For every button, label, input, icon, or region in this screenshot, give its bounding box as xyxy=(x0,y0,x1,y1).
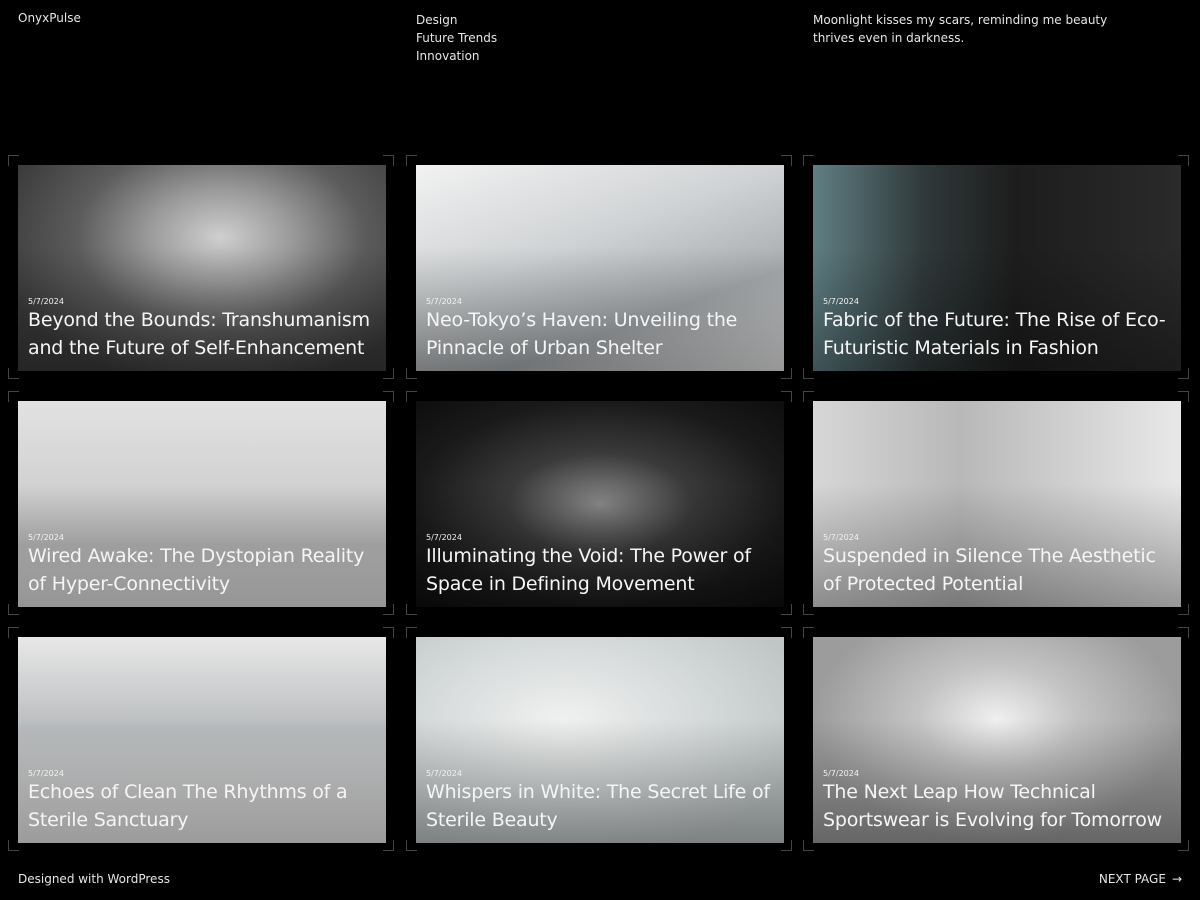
post-grid: 5/7/2024 Beyond the Bounds: Transhumanis… xyxy=(8,155,1192,855)
post-cell: 5/7/2024 Echoes of Clean The Rhythms of … xyxy=(8,627,394,851)
post-cell: 5/7/2024 Wired Awake: The Dystopian Real… xyxy=(8,391,394,615)
post-date: 5/7/2024 xyxy=(823,769,859,778)
post-card[interactable]: 5/7/2024 Beyond the Bounds: Transhumanis… xyxy=(18,165,386,371)
post-date: 5/7/2024 xyxy=(426,297,462,306)
post-title[interactable]: The Next Leap How Technical Sportswear i… xyxy=(823,778,1177,834)
post-title[interactable]: Wired Awake: The Dystopian Reality of Hy… xyxy=(28,542,382,598)
post-date: 5/7/2024 xyxy=(823,297,859,306)
post-title[interactable]: Neo-Tokyo’s Haven: Unveiling the Pinnacl… xyxy=(426,306,780,362)
post-date: 5/7/2024 xyxy=(426,769,462,778)
post-cell: 5/7/2024 Whispers in White: The Secret L… xyxy=(406,627,792,851)
next-page-link[interactable]: NEXT PAGE → xyxy=(1099,872,1182,886)
post-date: 5/7/2024 xyxy=(28,769,64,778)
post-cell: 5/7/2024 The Next Leap How Technical Spo… xyxy=(803,627,1189,851)
post-cell: 5/7/2024 Illuminating the Void: The Powe… xyxy=(406,391,792,615)
post-title[interactable]: Whispers in White: The Secret Life of St… xyxy=(426,778,780,834)
post-card[interactable]: 5/7/2024 Wired Awake: The Dystopian Real… xyxy=(18,401,386,607)
post-cell: 5/7/2024 Fabric of the Future: The Rise … xyxy=(803,155,1189,379)
post-cell: 5/7/2024 Beyond the Bounds: Transhumanis… xyxy=(8,155,394,379)
post-date: 5/7/2024 xyxy=(426,533,462,542)
post-title[interactable]: Echoes of Clean The Rhythms of a Sterile… xyxy=(28,778,382,834)
post-date: 5/7/2024 xyxy=(28,297,64,306)
post-card[interactable]: 5/7/2024 Suspended in Silence The Aesthe… xyxy=(813,401,1181,607)
nav-item-design[interactable]: Design xyxy=(416,11,497,29)
post-title[interactable]: Fabric of the Future: The Rise of Eco-Fu… xyxy=(823,306,1177,362)
post-title[interactable]: Suspended in Silence The Aesthetic of Pr… xyxy=(823,542,1177,598)
post-card[interactable]: 5/7/2024 Whispers in White: The Secret L… xyxy=(416,637,784,843)
post-date: 5/7/2024 xyxy=(823,533,859,542)
post-card[interactable]: 5/7/2024 Illuminating the Void: The Powe… xyxy=(416,401,784,607)
post-cell: 5/7/2024 Suspended in Silence The Aesthe… xyxy=(803,391,1189,615)
post-cell: 5/7/2024 Neo-Tokyo’s Haven: Unveiling th… xyxy=(406,155,792,379)
nav-item-innovation[interactable]: Innovation xyxy=(416,47,497,65)
footer-credit[interactable]: Designed with WordPress xyxy=(18,872,170,886)
nav-item-future-trends[interactable]: Future Trends xyxy=(416,29,497,47)
post-card[interactable]: 5/7/2024 The Next Leap How Technical Spo… xyxy=(813,637,1181,843)
post-card[interactable]: 5/7/2024 Echoes of Clean The Rhythms of … xyxy=(18,637,386,843)
arrow-right-icon: → xyxy=(1171,872,1182,886)
site-tagline: Moonlight kisses my scars, reminding me … xyxy=(813,13,1108,45)
site-title[interactable]: OnyxPulse xyxy=(18,11,81,25)
post-card[interactable]: 5/7/2024 Fabric of the Future: The Rise … xyxy=(813,165,1181,371)
post-date: 5/7/2024 xyxy=(28,533,64,542)
post-card[interactable]: 5/7/2024 Neo-Tokyo’s Haven: Unveiling th… xyxy=(416,165,784,371)
post-title[interactable]: Illuminating the Void: The Power of Spac… xyxy=(426,542,780,598)
main-nav: Design Future Trends Innovation xyxy=(416,11,497,65)
post-title[interactable]: Beyond the Bounds: Transhumanism and the… xyxy=(28,306,382,362)
next-page-label: NEXT PAGE xyxy=(1098,872,1166,886)
